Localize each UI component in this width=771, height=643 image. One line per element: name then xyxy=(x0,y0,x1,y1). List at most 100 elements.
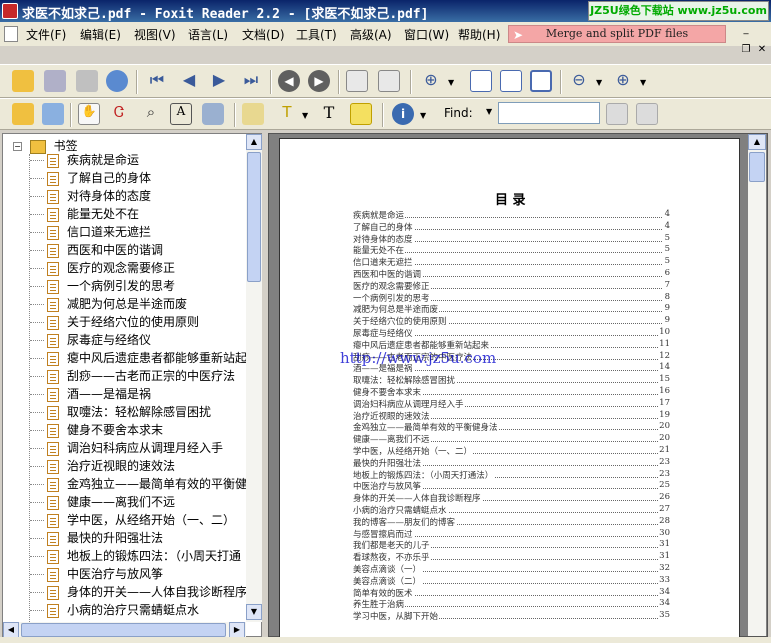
note-icon[interactable] xyxy=(350,103,372,125)
toc-entry[interactable]: 健康——离我们不远 20 xyxy=(353,433,670,446)
back-icon[interactable]: ◀ xyxy=(278,70,300,92)
highlight-icon[interactable] xyxy=(242,103,264,125)
hscroll-thumb[interactable] xyxy=(21,623,226,637)
menu-document[interactable]: 文档(D) xyxy=(242,26,285,43)
last-page-icon[interactable]: ⏭ xyxy=(240,70,262,92)
toc-entry[interactable]: 美容点滴谈（一） 32 xyxy=(353,563,670,575)
menu-window[interactable]: 窗口(W) xyxy=(404,26,449,43)
bookmark-item[interactable]: 治疗近视眼的速效法 xyxy=(47,457,247,475)
find-prev-icon[interactable] xyxy=(606,103,628,125)
menu-view[interactable]: 视图(V) xyxy=(134,26,176,43)
open-icon[interactable] xyxy=(12,70,34,92)
menu-tools[interactable]: 工具(T) xyxy=(296,26,337,43)
bookmark-item[interactable]: 信口道来无遮拦 xyxy=(47,223,247,241)
fit-width-icon[interactable] xyxy=(530,70,552,92)
find-next-icon[interactable] xyxy=(636,103,658,125)
chevron-down-icon[interactable]: ▼ xyxy=(486,107,492,116)
toc-entry[interactable]: 调治妇科病应从调理月经入手 17 xyxy=(353,397,670,410)
first-page-icon[interactable]: ⏮ xyxy=(146,70,168,92)
text-box-icon[interactable]: T xyxy=(318,103,340,125)
scroll-thumb[interactable] xyxy=(749,152,765,182)
toc-entry[interactable]: 一个病例引发的思考 8 xyxy=(353,291,670,304)
toc-entry[interactable]: 学中医，从经络开始（一、二） 21 xyxy=(353,445,670,457)
toc-entry[interactable]: 对待身体的态度 5 xyxy=(353,232,670,245)
bookmark-item[interactable]: 最快的升阳强壮法 xyxy=(47,529,247,547)
close-button[interactable]: ✕ xyxy=(754,44,770,58)
menu-edit[interactable]: 编辑(E) xyxy=(80,26,121,43)
menu-advanced[interactable]: 高级(A) xyxy=(350,26,392,43)
zoom-out-icon[interactable]: ⊖ xyxy=(568,70,590,92)
chevron-down-icon[interactable]: ▼ xyxy=(448,78,454,87)
document-icon[interactable] xyxy=(4,26,18,42)
next-page-icon[interactable]: ▶ xyxy=(208,70,230,92)
toc-entry[interactable]: 学习中医，从脚下开始 35 xyxy=(353,610,670,623)
bookmark-item[interactable]: 对待身体的态度 xyxy=(47,187,247,205)
toc-entry[interactable]: 身体的开关——人体自我诊断程序 26 xyxy=(353,492,670,505)
menu-file[interactable]: 文件(F) xyxy=(26,26,66,43)
text-select-icon[interactable]: Ꮳ xyxy=(108,103,130,125)
bookmark-item[interactable]: 刮痧——古老而正宗的中医疗法 xyxy=(47,367,247,385)
bookmark-hscrollbar[interactable]: ◀ ▶ xyxy=(3,622,246,638)
chevron-down-icon[interactable]: ▼ xyxy=(302,111,308,120)
bookmark-item[interactable]: 医疗的观念需要修正 xyxy=(47,259,247,277)
actual-size-icon[interactable] xyxy=(470,70,492,92)
toc-entry[interactable]: 小病的治疗只需蜻蜓点水 27 xyxy=(353,504,670,516)
thumbnail-icon[interactable] xyxy=(42,103,64,125)
bookmark-panel-icon[interactable] xyxy=(12,103,34,125)
bookmark-item[interactable]: 健身不要舍本求末 xyxy=(47,421,247,439)
find-input[interactable] xyxy=(498,102,600,124)
toc-entry[interactable]: 最快的升阳强壮法 23 xyxy=(353,456,670,469)
text-tool-icon[interactable]: A xyxy=(170,103,192,125)
collapse-icon[interactable]: − xyxy=(13,142,22,151)
toc-entry[interactable]: 健身不要舍本求末 16 xyxy=(353,386,670,398)
bookmark-item[interactable]: 金鸡独立——最简单有效的平衡健 xyxy=(47,475,247,493)
chevron-down-icon[interactable]: ▼ xyxy=(420,111,426,120)
chevron-down-icon[interactable]: ▼ xyxy=(596,78,602,87)
scroll-thumb[interactable] xyxy=(247,152,261,282)
info-icon[interactable]: i xyxy=(392,103,414,125)
bookmark-item[interactable]: 小病的治疗只需蜻蜓点水 xyxy=(47,601,247,619)
toc-entry[interactable]: 中医治疗与放风筝 25 xyxy=(353,480,670,493)
bookmark-item[interactable]: 关于经络穴位的使用原则 xyxy=(47,313,247,331)
prev-page-icon[interactable]: ◀ xyxy=(178,70,200,92)
forward-icon[interactable]: ▶ xyxy=(308,70,330,92)
bookmark-item[interactable]: 减肥为何总是半途而废 xyxy=(47,295,247,313)
toc-entry[interactable]: 金鸡独立——最简单有效的平衡健身法 20 xyxy=(353,421,670,434)
hand-tool-icon[interactable]: ✋ xyxy=(78,103,100,125)
save-icon[interactable] xyxy=(44,70,66,92)
bookmark-item[interactable]: 尿毒症与经络仪 xyxy=(47,331,247,349)
toc-entry[interactable]: 疾病就是命运 4 xyxy=(353,209,670,221)
document-view[interactable]: 目 录 疾病就是命运 4 了解自己的身体 4 对待身体的态度 5 能量无处不在 5 信口道来无遮… xyxy=(268,133,768,638)
print-icon[interactable] xyxy=(76,70,98,92)
zoom-in-icon[interactable]: ⊕ xyxy=(420,70,442,92)
toc-entry[interactable]: 了解自己的身体 4 xyxy=(353,220,670,233)
toc-entry[interactable]: 信口道来无遮拦 5 xyxy=(353,256,670,269)
merge-split-button[interactable]: ➤ Merge and split PDF files xyxy=(508,25,726,43)
rotate-right-icon[interactable] xyxy=(378,70,400,92)
chevron-down-icon[interactable]: ▼ xyxy=(640,78,646,87)
toc-entry[interactable]: 医疗的观念需要修正 7 xyxy=(353,279,670,292)
scroll-down-button[interactable]: ▼ xyxy=(246,604,262,620)
scroll-up-button[interactable]: ▲ xyxy=(246,134,262,150)
email-icon[interactable] xyxy=(106,70,128,92)
bookmark-item[interactable]: 能量无处不在 xyxy=(47,205,247,223)
toc-entry[interactable]: 尿毒症与经络仪 10 xyxy=(353,327,670,339)
toc-entry[interactable]: 我的博客——朋友们的博客 28 xyxy=(353,515,670,528)
menu-language[interactable]: 语言(L) xyxy=(188,26,228,43)
scroll-left-button[interactable]: ◀ xyxy=(3,622,19,638)
toc-entry[interactable]: 西医和中医的谐调 6 xyxy=(353,268,670,280)
toc-entry[interactable]: 看球熬夜，不亦乐乎 31 xyxy=(353,551,670,564)
bookmark-scrollbar[interactable]: ▲ ▼ xyxy=(246,134,262,622)
fit-page-icon[interactable] xyxy=(500,70,522,92)
toc-entry[interactable]: 简单有效的医术 34 xyxy=(353,586,670,599)
bookmark-item[interactable]: 瘪中风后遗症患者都能够重新站起 xyxy=(47,349,247,367)
bookmark-item[interactable]: 身体的开关——人体自我诊断程序 xyxy=(47,583,247,601)
minimize-button[interactable]: _ xyxy=(738,24,754,38)
bookmark-item[interactable]: 疾病就是命运 xyxy=(47,151,247,169)
binoculars-icon[interactable]: ⌕ xyxy=(140,103,162,125)
bookmark-item[interactable]: 了解自己的身体 xyxy=(47,169,247,187)
zoom-in-icon[interactable]: ⊕ xyxy=(612,70,634,92)
rotate-left-icon[interactable] xyxy=(346,70,368,92)
scroll-up-button[interactable]: ▲ xyxy=(748,134,766,150)
toc-entry[interactable]: 减肥为何总是半途而废 9 xyxy=(353,303,670,316)
